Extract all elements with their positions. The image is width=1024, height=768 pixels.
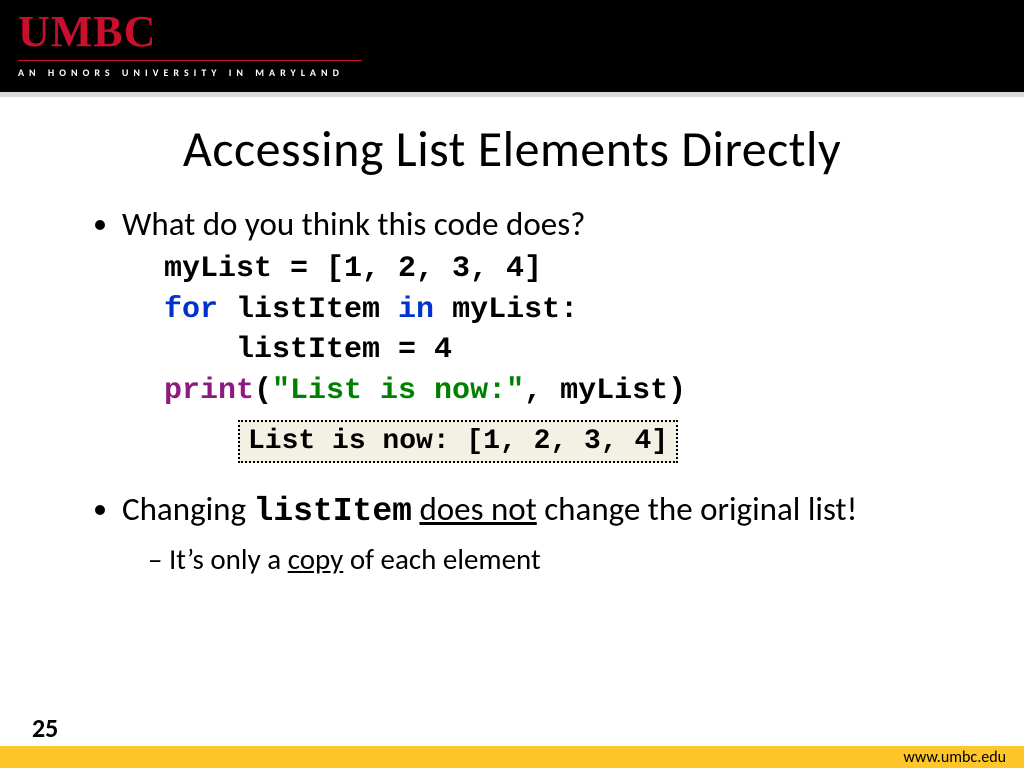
code-line-2: for listItem in myList:	[164, 290, 964, 331]
kw-print: print	[164, 374, 254, 408]
sub-copy: copy	[288, 541, 344, 577]
logo-divider	[18, 60, 362, 61]
code-line-4: print("List is now:", myList)	[164, 371, 964, 412]
output-wrap: List is now: [1, 2, 3, 4]	[238, 417, 964, 463]
code-l4-open: (	[254, 374, 272, 408]
code-l2-end: myList:	[434, 293, 578, 327]
code-l4-str: "List is now:"	[272, 374, 524, 408]
bullet-explain: Changing listItem does not change the or…	[122, 489, 964, 577]
code-output: List is now: [1, 2, 3, 4]	[238, 420, 678, 463]
header-stripe	[0, 92, 1024, 97]
bullet-list: What do you think this code does? myList…	[98, 204, 964, 577]
sub-post: of each element	[343, 541, 540, 577]
page-number: 25	[32, 712, 58, 744]
footer-bar: www.umbc.edu	[0, 746, 1024, 768]
code-line-3: listItem = 4	[164, 330, 964, 371]
code-l4-rest: , myList)	[524, 374, 686, 408]
code-block: myList = [1, 2, 3, 4] for listItem in my…	[164, 249, 964, 411]
logo-text: UMBC	[18, 10, 362, 54]
b2-code: listItem	[254, 493, 412, 530]
kw-for: for	[164, 293, 218, 327]
b2-pre: Changing	[122, 489, 254, 529]
umbc-logo: UMBC AN HONORS UNIVERSITY IN MARYLAND	[18, 10, 362, 79]
bullet-question-text: What do you think this code does?	[122, 204, 585, 244]
slide: UMBC AN HONORS UNIVERSITY IN MARYLAND Ac…	[0, 0, 1024, 768]
b2-post: change the original list!	[537, 489, 858, 529]
footer-url: www.umbc.edu	[903, 748, 1006, 767]
sub-list: It’s only a copy of each element	[122, 541, 964, 577]
sub-pre: It’s only a	[169, 541, 288, 577]
code-l2-mid: listItem	[218, 293, 398, 327]
slide-body: What do you think this code does? myList…	[0, 180, 1024, 577]
slide-title: Accessing List Elements Directly	[0, 119, 1024, 180]
b2-doesnot: does not	[419, 489, 536, 529]
bullet-question: What do you think this code does? myList…	[122, 204, 964, 463]
sub-bullet: It’s only a copy of each element	[148, 541, 964, 577]
code-line-1: myList = [1, 2, 3, 4]	[164, 249, 964, 290]
logo-tagline: AN HONORS UNIVERSITY IN MARYLAND	[18, 66, 362, 79]
slide-header: UMBC AN HONORS UNIVERSITY IN MARYLAND	[0, 0, 1024, 92]
kw-in: in	[398, 293, 434, 327]
